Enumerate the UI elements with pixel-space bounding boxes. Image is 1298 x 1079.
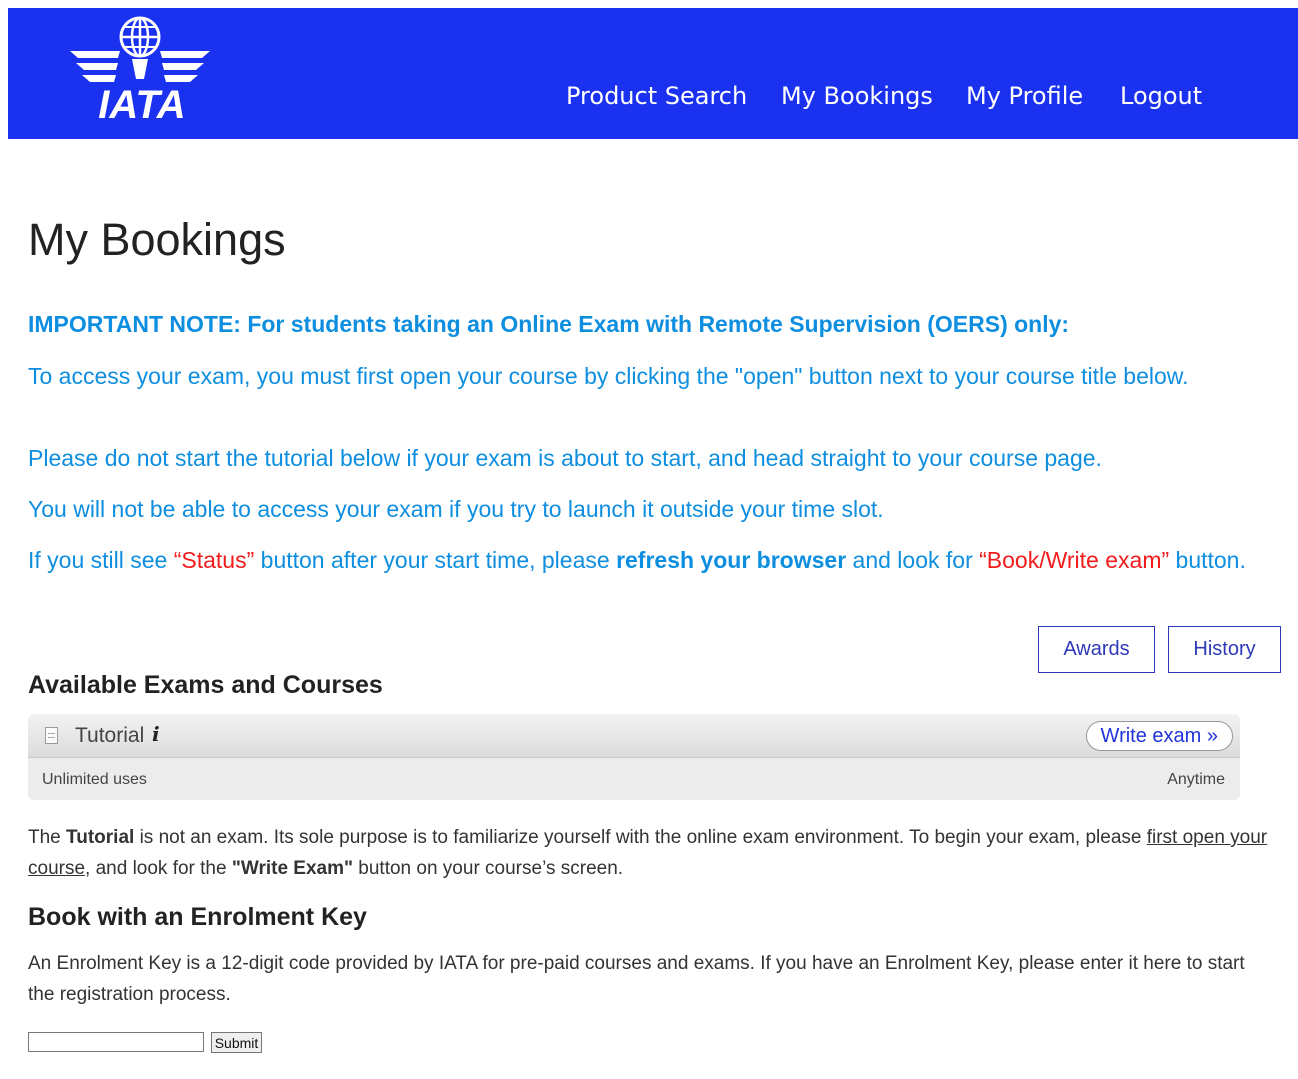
- notice-line-3: You will not be able to access your exam…: [28, 496, 884, 522]
- exam-card-tutorial: Tutorial i Write exam » Unlimited uses A…: [28, 714, 1240, 800]
- exam-uses: Unlimited uses: [42, 771, 147, 788]
- enrolment-key-input[interactable]: [28, 1032, 204, 1052]
- awards-button[interactable]: Awards: [1038, 626, 1155, 673]
- site-header: IATA Product Search My Bookings My Profi…: [8, 8, 1298, 139]
- nav-product-search[interactable]: Product Search: [566, 82, 747, 110]
- status-highlight: “Status”: [173, 547, 255, 573]
- enrolment-heading: Book with an Enrolment Key: [28, 903, 367, 931]
- exam-name: Tutorial: [75, 724, 145, 747]
- available-heading: Available Exams and Courses: [28, 671, 383, 699]
- notice-line-2: Please do not start the tutorial below i…: [28, 445, 1102, 471]
- book-write-highlight: “Book/Write exam”: [979, 547, 1170, 573]
- write-exam-button[interactable]: Write exam »: [1085, 721, 1233, 751]
- tutorial-note: The Tutorial is not an exam. Its sole pu…: [28, 827, 1268, 879]
- refresh-highlight: refresh your browser: [616, 547, 847, 573]
- exam-card-header: Tutorial i Write exam »: [28, 714, 1240, 758]
- page-title: My Bookings: [28, 214, 286, 265]
- svg-text:IATA: IATA: [98, 83, 185, 123]
- notice-title: IMPORTANT NOTE: For students taking an O…: [28, 311, 1070, 337]
- notice-line-1: To access your exam, you must first open…: [28, 363, 1189, 389]
- exam-availability: Anytime: [1167, 771, 1225, 788]
- notice-line-4: If you still see “Status” button after y…: [28, 547, 1246, 573]
- iata-logo[interactable]: IATA: [58, 13, 223, 123]
- info-icon[interactable]: i: [152, 722, 160, 746]
- enrolment-description: An Enrolment Key is a 12-digit code prov…: [28, 953, 1245, 1005]
- nav-my-profile[interactable]: My Profile: [966, 82, 1083, 110]
- nav-my-bookings[interactable]: My Bookings: [781, 82, 933, 110]
- document-icon: [45, 727, 58, 744]
- nav-logout[interactable]: Logout: [1120, 82, 1202, 110]
- history-button[interactable]: History: [1168, 626, 1281, 673]
- submit-button[interactable]: Submit: [211, 1032, 262, 1053]
